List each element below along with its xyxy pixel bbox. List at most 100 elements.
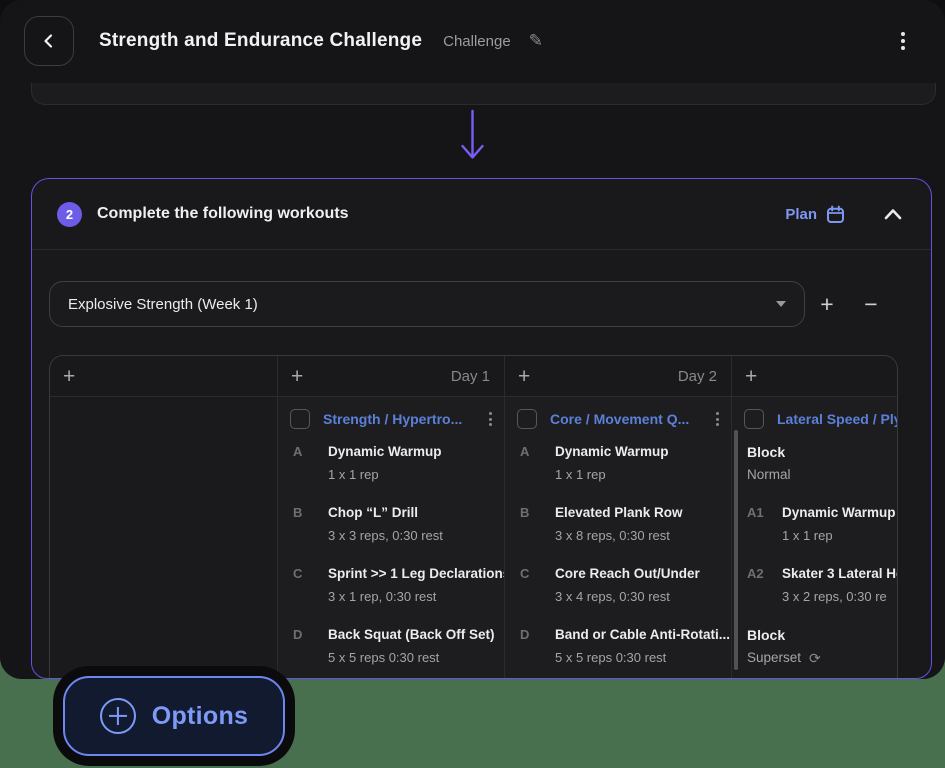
plan-label: Plan <box>785 206 817 223</box>
exercise-item[interactable]: B Elevated Plank Row 3 x 8 reps, 0:30 rest <box>505 504 731 545</box>
exercise-item[interactable]: A1 Dynamic Warmup 1 x 1 rep <box>732 504 897 545</box>
exercise-letter: D <box>520 627 529 642</box>
week-select-dropdown[interactable]: Explosive Strength (Week 1) <box>49 281 805 327</box>
exercise-list: A Dynamic Warmup 1 x 1 rep B Chop “L” Drill 3… <box>278 443 504 667</box>
screen: Strength and Endurance Challenge Challen… <box>0 0 945 768</box>
exercise-name: Dynamic Warmup <box>782 504 897 522</box>
remove-week-button[interactable]: − <box>849 293 893 316</box>
workout-title-row: Core / Movement Q... <box>505 403 731 435</box>
exercise-sets-reps: 3 x 4 reps, 0:30 rest <box>555 588 731 606</box>
board-header-row: + + Day 1 + Day 2 + <box>50 356 897 397</box>
exercise-name: Chop “L” Drill <box>328 504 504 522</box>
header: Strength and Endurance Challenge Challen… <box>0 0 945 82</box>
connector-arrow-down-icon <box>459 109 486 163</box>
exercise-name: Back Squat (Back Off Set) <box>328 626 504 644</box>
day-label: Day 1 <box>451 368 490 385</box>
add-workout-plus-icon[interactable]: + <box>291 366 303 387</box>
exercise-name: Elevated Plank Row <box>555 504 731 522</box>
exercise-sets-reps: 5 x 5 reps 0:30 rest <box>555 649 731 667</box>
challenge-type-label: Challenge <box>443 33 511 50</box>
exercise-sets-reps: 1 x 1 rep <box>782 527 897 545</box>
back-button[interactable] <box>24 16 74 66</box>
chevron-left-icon <box>41 33 57 49</box>
exercise-sets-reps: 5 x 5 reps 0:30 rest <box>328 649 504 667</box>
exercise-item[interactable]: A Dynamic Warmup 1 x 1 rep <box>278 443 504 484</box>
exercise-name: Dynamic Warmup <box>328 443 504 461</box>
exercise-sets-reps: 3 x 1 rep, 0:30 rest <box>328 588 504 606</box>
superset-repeat-icon: ⟳ <box>809 649 821 667</box>
workout-checkbox[interactable] <box>290 409 310 429</box>
exercise-letter: C <box>520 566 529 581</box>
add-week-button[interactable]: + <box>805 293 849 316</box>
calendar-icon <box>826 205 845 224</box>
app-window: Strength and Endurance Challenge Challen… <box>0 0 945 679</box>
workout-board: + + Day 1 + Day 2 + Strength / Hypertro... A Dy… <box>49 355 898 678</box>
board-column: Strength / Hypertro... A Dynamic Warmup 1 x… <box>278 397 505 678</box>
exercise-name: Skater 3 Lateral Ho <box>782 565 897 583</box>
exercise-sets-reps: 3 x 8 reps, 0:30 rest <box>555 527 731 545</box>
exercise-item[interactable]: C Core Reach Out/Under 3 x 4 reps, 0:30 re… <box>505 565 731 606</box>
exercise-letter: A1 <box>747 505 764 520</box>
page-title: Strength and Endurance Challenge <box>99 30 422 52</box>
add-workout-plus-icon[interactable]: + <box>63 366 75 387</box>
workout-title-row: Strength / Hypertro... <box>278 403 504 435</box>
week-select-value: Explosive Strength (Week 1) <box>68 296 776 313</box>
exercise-name: Band or Cable Anti-Rotati... <box>555 626 731 644</box>
workout-title-link[interactable]: Core / Movement Q... <box>550 411 710 427</box>
day-label: Day 2 <box>678 368 717 385</box>
exercise-name: Dynamic Warmup <box>555 443 731 461</box>
workout-menu-dots-icon[interactable] <box>716 412 719 426</box>
chevron-up-icon <box>883 207 903 221</box>
edit-title-pencil-icon[interactable]: ✎ <box>529 31 543 51</box>
exercise-item[interactable]: D Band or Cable Anti-Rotati... 5 x 5 reps … <box>505 626 731 667</box>
block-name: Block <box>747 443 897 461</box>
exercise-name: Core Reach Out/Under <box>555 565 731 583</box>
board-header-cell: + <box>732 356 897 396</box>
step-2-card: 2 Complete the following workouts Plan <box>31 178 932 679</box>
triangle-down-icon <box>776 301 786 307</box>
exercise-sets-reps: 3 x 2 reps, 0:30 re <box>782 588 897 606</box>
board-header-cell: + <box>50 356 278 396</box>
exercise-item[interactable]: B Chop “L” Drill 3 x 3 reps, 0:30 rest <box>278 504 504 545</box>
board-header-cell: + Day 1 <box>278 356 505 396</box>
block-name: Block <box>747 626 897 644</box>
exercise-letter: D <box>293 627 302 642</box>
exercise-item[interactable]: D Back Squat (Back Off Set) 5 x 5 reps 0:3… <box>278 626 504 667</box>
exercise-sets-reps: 3 x 3 reps, 0:30 rest <box>328 527 504 545</box>
workout-checkbox[interactable] <box>744 409 764 429</box>
block-type: Superset⟳ <box>747 649 897 667</box>
board-column <box>50 397 278 678</box>
exercise-item[interactable]: CSprint >> 1 Leg Declarations3 x 1 rep, … <box>278 565 504 606</box>
workout-title-link[interactable]: Lateral Speed / Ply <box>777 411 897 427</box>
board-scrollbar[interactable] <box>734 430 738 670</box>
board-column: Lateral Speed / Ply Block Normal A1 Dynamic … <box>732 397 897 678</box>
plus-circle-icon <box>100 698 136 734</box>
exercise-letter: A2 <box>747 566 764 581</box>
add-workout-plus-icon[interactable]: + <box>518 366 530 387</box>
add-workout-plus-icon[interactable]: + <box>745 366 757 387</box>
week-selector-row: Explosive Strength (Week 1) + − <box>49 281 916 327</box>
workout-title-row: Lateral Speed / Ply <box>732 403 897 435</box>
workout-title-link[interactable]: Strength / Hypertro... <box>323 411 483 427</box>
exercise-letter: A <box>293 444 302 459</box>
step-number-badge: 2 <box>57 202 82 227</box>
options-label: Options <box>152 702 249 731</box>
exercise-sets-reps: 1 x 1 rep <box>328 466 504 484</box>
workout-menu-dots-icon[interactable] <box>489 412 492 426</box>
exercise-letter: B <box>293 505 302 520</box>
block-type: Normal <box>747 466 897 484</box>
overflow-menu-icon[interactable] <box>897 28 909 54</box>
exercise-item[interactable]: ADynamic Warmup1 x 1 rep <box>505 443 731 484</box>
board-header-cell: + Day 2 <box>505 356 732 396</box>
board-column: Core / Movement Q...ADynamic Warmup1 x 1… <box>505 397 732 678</box>
workout-checkbox[interactable] <box>517 409 537 429</box>
options-button[interactable]: Options <box>63 676 285 756</box>
step-2-header: 2 Complete the following workouts Plan <box>32 179 931 250</box>
exercise-sets-reps: 1 x 1 rep <box>555 466 731 484</box>
exercise-item[interactable]: A2 Skater 3 Lateral Ho 3 x 2 reps, 0:30 re <box>732 565 897 606</box>
step-title: Complete the following workouts <box>97 205 349 223</box>
plan-button[interactable]: Plan <box>785 205 845 224</box>
exercise-list: Block Normal A1 Dynamic Warmup 1 x 1 rep A2 Sk… <box>732 443 897 667</box>
collapse-section-button[interactable] <box>883 207 903 221</box>
exercise-letter: B <box>520 505 529 520</box>
